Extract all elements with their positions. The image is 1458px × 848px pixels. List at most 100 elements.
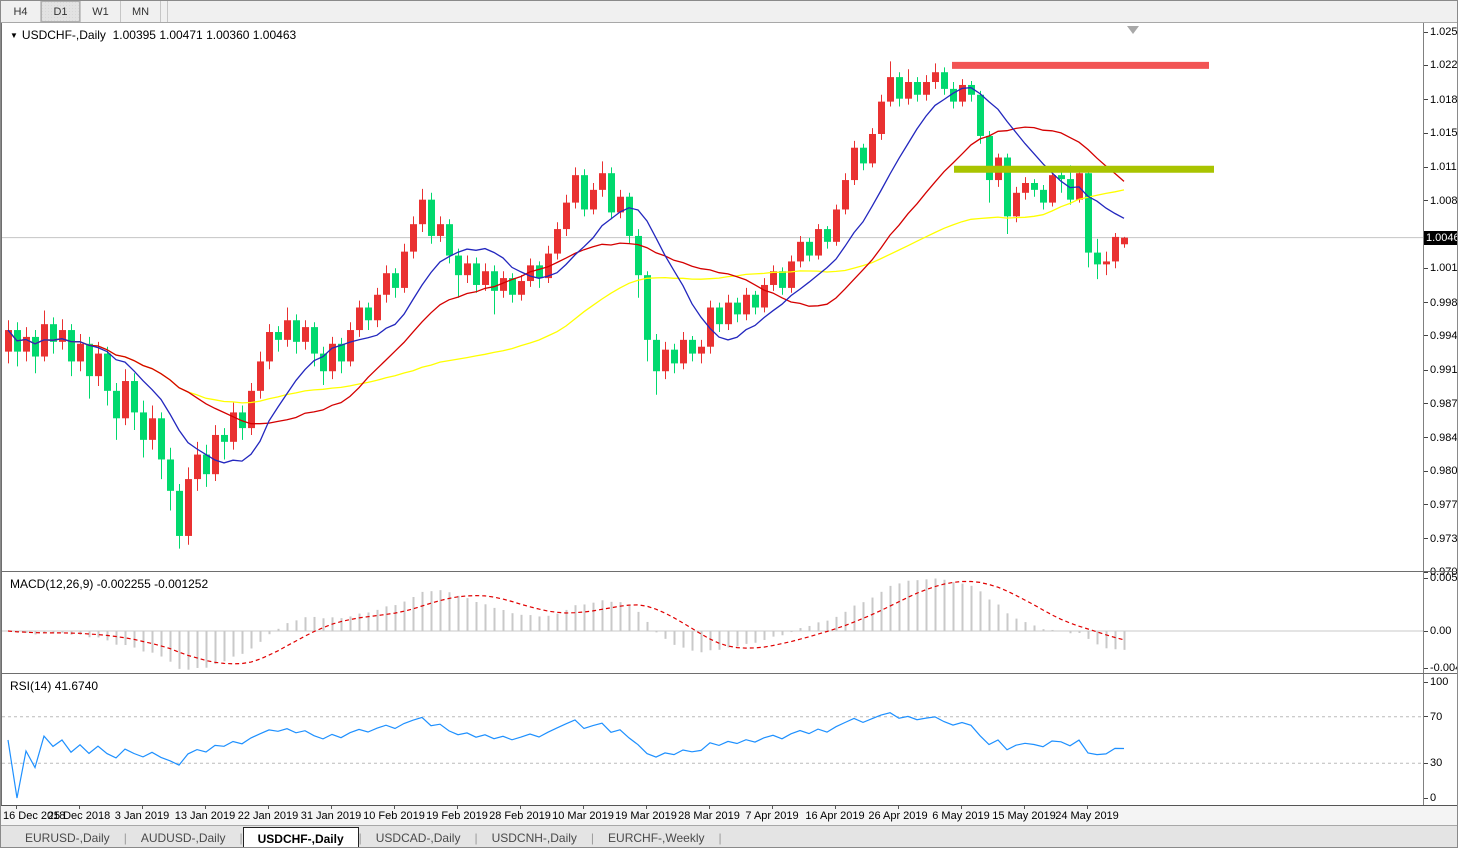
- rsi-axis-tick: [1424, 762, 1428, 764]
- macd-histogram: [16, 578, 1126, 670]
- price-axis-tick: [1424, 437, 1428, 439]
- tab-usdcnh-daily[interactable]: USDCNH-,Daily: [478, 826, 591, 847]
- date-axis-label: 19 Feb 2019: [426, 810, 488, 822]
- rsi-axis-tick: [1424, 797, 1428, 799]
- tab-separator: |: [718, 830, 722, 845]
- date-axis[interactable]: 16 Dec 2018 25 Dec 2018 3 Jan 2019 13 Jan 2…: [1, 805, 1457, 825]
- timeframe-toolbar: H4 D1 W1 MN: [1, 1, 1457, 23]
- ohlc-open: 1.00395: [112, 28, 156, 42]
- macd-panel[interactable]: MACD(12,26,9) -0.002255 -0.001252: [2, 572, 1424, 673]
- bid-price-box: 1.00463: [1424, 230, 1457, 245]
- panel-splitter[interactable]: [2, 571, 1457, 572]
- timeframe-button-d1[interactable]: D1: [41, 1, 81, 22]
- rsi-axis-tick: [1424, 681, 1428, 683]
- chart-column: ▼ USDCHF-,Daily 1.00395 1.00471 1.00360 1…: [1, 23, 1457, 805]
- price-axis-label: 1.01870: [1430, 93, 1458, 106]
- date-axis-label: 22 Jan 2019: [237, 810, 299, 822]
- date-axis-label: 15 May 2019: [992, 810, 1056, 822]
- price-axis-tick: [1424, 64, 1428, 66]
- candlesticks: [5, 61, 1128, 549]
- date-axis-label: 16 Apr 2019: [805, 810, 865, 822]
- mt4-window: H4 D1 W1 MN ▼ USDCHF-,Daily 1.00395 1.00471 …: [0, 0, 1458, 848]
- date-axis-tick: [457, 806, 458, 809]
- price-axis-tick: [1424, 335, 1428, 337]
- timeframe-button-w1[interactable]: W1: [81, 1, 121, 22]
- symbol-dropdown-icon[interactable]: ▼: [10, 31, 18, 40]
- date-axis-tick: [16, 806, 17, 809]
- tab-eurusd-daily[interactable]: EURUSD-,Daily: [11, 826, 124, 847]
- tab-eurchf-weekly[interactable]: EURCHF-,Weekly: [594, 826, 718, 847]
- toolbar-separator: [167, 1, 168, 22]
- date-axis-label: 10 Mar 2019: [552, 810, 614, 822]
- price-axis-tick: [1424, 504, 1428, 506]
- macd-axis-tick: [1424, 577, 1428, 579]
- date-axis-label: 28 Feb 2019: [489, 810, 551, 822]
- price-axis-label: 0.99800: [1430, 296, 1458, 309]
- date-axis-tick: [961, 806, 962, 809]
- price-axis-tick: [1424, 31, 1428, 33]
- date-axis-tick: [79, 806, 80, 809]
- price-axis-tick: [1424, 538, 1428, 540]
- date-axis-tick: [646, 806, 647, 809]
- price-chart-panel[interactable]: ▼ USDCHF-,Daily 1.00395 1.00471 1.00360 1…: [2, 23, 1424, 571]
- price-axis[interactable]: 1.02560 1.02220 1.01870 1.01530 1.01180 1.008…: [1423, 23, 1458, 805]
- tab-audusd-daily[interactable]: AUDUSD-,Daily: [127, 826, 240, 847]
- ohlc-close: 1.00463: [252, 28, 297, 42]
- macd-chart[interactable]: [2, 572, 1424, 673]
- macd-axis-tick: [1424, 630, 1428, 632]
- rsi-label: RSI(14): [10, 679, 52, 693]
- date-axis-tick: [205, 806, 206, 809]
- panel-splitter[interactable]: [2, 673, 1457, 674]
- price-axis-label: 0.97740: [1430, 498, 1458, 511]
- chart-symbol: USDCHF-,Daily: [21, 28, 106, 42]
- date-axis-label: 7 Apr 2019: [745, 810, 799, 822]
- timeframe-button-h4[interactable]: H4: [1, 1, 41, 22]
- date-axis-tick: [835, 806, 836, 809]
- date-axis-tick: [331, 806, 332, 809]
- rsi-chart[interactable]: [2, 674, 1424, 804]
- price-axis-tick: [1424, 99, 1428, 101]
- tab-usdchf-daily[interactable]: USDCHF-,Daily: [242, 827, 359, 847]
- date-axis-tick: [142, 806, 143, 809]
- date-axis-label: 25 Dec 2018: [47, 810, 111, 822]
- date-axis-label: 10 Feb 2019: [363, 810, 425, 822]
- date-axis-tick: [583, 806, 584, 809]
- rsi-axis-label: 30: [1430, 757, 1443, 770]
- date-axis-label: 28 Mar 2019: [678, 810, 740, 822]
- date-axis-tick: [898, 806, 899, 809]
- rsi-line: [7, 712, 1125, 799]
- date-axis-label: 19 Mar 2019: [615, 810, 677, 822]
- date-axis-label: 31 Jan 2019: [300, 810, 362, 822]
- price-axis-tick: [1424, 403, 1428, 405]
- date-axis-tick: [1024, 806, 1025, 809]
- rsi-panel[interactable]: RSI(14) 41.6740: [2, 674, 1424, 804]
- price-axis-label: 0.98420: [1430, 431, 1458, 444]
- date-axis-tick: [709, 806, 710, 809]
- rsi-title: RSI(14) 41.6740: [10, 679, 98, 693]
- macd-axis-label: 0.00597: [1430, 572, 1458, 584]
- candlestick-chart[interactable]: [2, 23, 1424, 571]
- date-axis-tick: [520, 806, 521, 809]
- ohlc-high: 1.00471: [159, 28, 203, 42]
- chart-shift-marker-icon: [1127, 26, 1139, 34]
- macd-signal-value: -0.001252: [154, 577, 209, 591]
- date-axis-label: 24 May 2019: [1055, 810, 1119, 822]
- price-axis-label: 1.02560: [1430, 26, 1458, 39]
- date-axis-label: 13 Jan 2019: [174, 810, 236, 822]
- timeframe-button-mn[interactable]: MN: [121, 1, 161, 22]
- tab-usdcad-daily[interactable]: USDCAD-,Daily: [362, 826, 475, 847]
- rsi-axis-label: 0: [1430, 792, 1437, 804]
- price-axis-tick: [1424, 369, 1428, 371]
- chart-tab-bar: EURUSD-,Daily | AUDUSD-,Daily | USDCHF-,Dail…: [1, 825, 1457, 847]
- price-axis-label: 1.00840: [1430, 194, 1458, 207]
- price-axis-tick: [1424, 166, 1428, 168]
- macd-main-value: -0.002255: [96, 577, 151, 591]
- price-axis-label: 0.98080: [1430, 465, 1458, 478]
- ma-line-fast: [7, 87, 1125, 464]
- date-axis-label: 6 May 2019: [932, 810, 990, 822]
- rsi-value: 41.6740: [54, 679, 99, 693]
- macd-axis-label: 0.00: [1430, 625, 1452, 637]
- price-axis-label: 1.01530: [1430, 127, 1458, 139]
- chart-title: ▼ USDCHF-,Daily 1.00395 1.00471 1.00360 1…: [10, 28, 296, 42]
- price-axis-tick: [1424, 200, 1428, 202]
